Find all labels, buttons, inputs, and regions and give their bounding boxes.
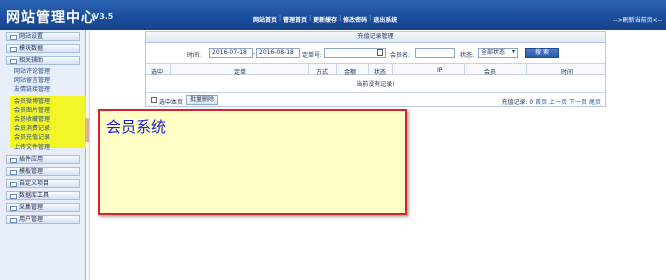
- sidebar-group-database[interactable]: 数据库工具: [6, 191, 80, 200]
- select-page-label: 选中本页: [159, 99, 184, 106]
- empty-message: 当前没有记录!: [356, 81, 395, 88]
- app-version: V3.5: [93, 12, 114, 21]
- sidebar-group-templates[interactable]: 模板管理: [6, 167, 80, 176]
- member-name-input[interactable]: [415, 48, 455, 58]
- sidebar-group-collection[interactable]: 采集管理: [6, 203, 80, 212]
- col-time: 时间: [561, 69, 574, 76]
- top-nav: 网站首页 | 管理首页 | 更新缓存 | 修改密码 | 退出系统: [252, 15, 398, 25]
- batch-delete-button[interactable]: 批量删除: [186, 95, 219, 105]
- sidebar-item-comments[interactable]: 网站评论管理: [14, 68, 50, 76]
- nav-update-cache[interactable]: 更新缓存: [312, 15, 338, 25]
- sidebar-group-users[interactable]: 用户管理: [6, 215, 80, 224]
- refresh-current-page-link[interactable]: -->刷新当前页<--: [613, 15, 662, 24]
- col-member: 会员: [484, 69, 497, 76]
- sidebar-group-module-data[interactable]: 模块数据: [6, 44, 80, 53]
- sidebar-item-uploads[interactable]: 上传文件管理: [14, 144, 50, 152]
- table-header: 选中 定单 方式 金额 状态 IP 会员 时间: [146, 63, 605, 76]
- col-method: 方式: [316, 69, 329, 76]
- col-order: 定单: [234, 69, 247, 76]
- search-button[interactable]: 搜 索: [525, 48, 559, 58]
- pager-prev[interactable]: 上一页: [549, 99, 567, 106]
- order-number-label: 定单号:: [302, 52, 323, 59]
- pager-last[interactable]: 尾页: [589, 99, 601, 106]
- recharge-records-panel: 充值记录管理 时间: 2016-07-18 - 2016-08-18 定单号: …: [145, 31, 606, 107]
- col-amount: 金额: [344, 69, 357, 76]
- select-page-checkbox[interactable]: [151, 97, 157, 103]
- sidebar-group-plugins[interactable]: 插件应用: [6, 155, 80, 164]
- sidebar-splitter[interactable]: [86, 30, 90, 280]
- sidebar: 网站设置 模块数据 相关辅助 网站评论管理 网站留言管理 友情链接管理 会员微博…: [0, 30, 88, 280]
- nav-admin-home[interactable]: 管理首页: [282, 15, 308, 25]
- collapse-handle[interactable]: [85, 118, 89, 142]
- nav-change-password[interactable]: 修改密码: [342, 15, 368, 25]
- col-ip: IP: [437, 67, 443, 74]
- sidebar-group-related-aids[interactable]: 相关辅助: [6, 56, 80, 65]
- member-name-label: 会员名:: [390, 52, 411, 59]
- callout-text: 会员系统: [106, 118, 167, 136]
- sidebar-item-member-consumption[interactable]: 会员消费记录: [14, 125, 50, 133]
- record-count: 充值记录: 0: [501, 99, 534, 106]
- date-separator: -: [253, 50, 256, 57]
- sidebar-group-custom[interactable]: 自定义项目: [6, 179, 80, 188]
- pager: 充值记录: 0 首页 上一页 下一页 尾页: [502, 97, 602, 106]
- col-status: 状态: [374, 69, 387, 76]
- sidebar-item-member-favorites[interactable]: 会员收藏管理: [14, 116, 50, 124]
- panel-title: 充值记录管理: [146, 32, 605, 43]
- status-select[interactable]: 全部状态: [478, 48, 518, 58]
- sidebar-item-links[interactable]: 友情链接管理: [14, 86, 50, 94]
- filter-bar: 时间: 2016-07-18 - 2016-08-18 定单号: 会员名: 状态…: [146, 46, 605, 60]
- col-select: 选中: [151, 69, 164, 76]
- table-footer: 选中本页 批量删除 充值记录: 0 首页 上一页 下一页 尾页: [146, 92, 605, 106]
- nav-site-home[interactable]: 网站首页: [252, 15, 278, 25]
- date-from-input[interactable]: 2016-07-18: [209, 48, 253, 58]
- nav-logout[interactable]: 退出系统: [372, 15, 398, 25]
- annotation-callout: 会员系统: [98, 109, 407, 215]
- top-header: 网站管理中心 V3.5 网站首页 | 管理首页 | 更新缓存 | 修改密码 | 退出系统…: [0, 0, 666, 30]
- sidebar-item-member-weibo[interactable]: 会员微博管理: [14, 98, 50, 106]
- calendar-icon[interactable]: [377, 49, 383, 56]
- sidebar-group-site-settings[interactable]: 网站设置: [6, 32, 80, 41]
- time-label: 时间:: [187, 52, 202, 59]
- date-to-input[interactable]: 2016-08-18: [256, 48, 300, 58]
- sidebar-item-member-pictures[interactable]: 会员图片管理: [14, 107, 50, 115]
- pager-first[interactable]: 首页: [535, 99, 547, 106]
- sidebar-item-guestbook[interactable]: 网站留言管理: [14, 77, 50, 85]
- pager-next[interactable]: 下一页: [569, 99, 587, 106]
- app-logo: 网站管理中心: [6, 10, 96, 26]
- sidebar-item-member-recharge[interactable]: 会员充值记录: [14, 134, 50, 142]
- status-label: 状态:: [460, 52, 475, 59]
